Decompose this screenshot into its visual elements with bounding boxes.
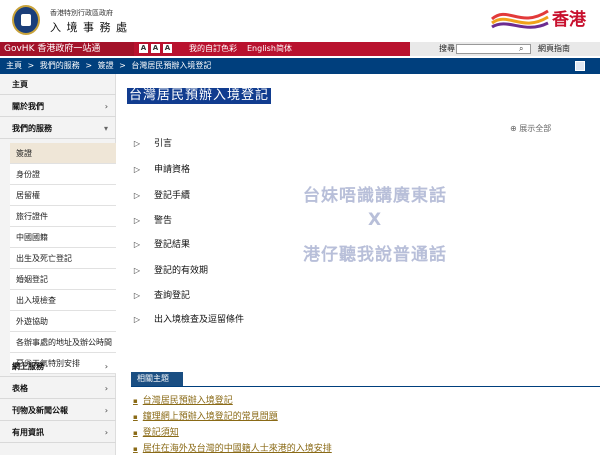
- sidebar-item-label: 表格: [12, 384, 28, 393]
- breadcrumb-home[interactable]: 主頁: [6, 61, 22, 70]
- sidebar-item-home[interactable]: 主頁: [0, 74, 116, 95]
- sidebar-item-forms[interactable]: 表格 ›: [0, 378, 116, 399]
- breadcrumb-separator: >: [27, 61, 35, 70]
- play-icon: ▷: [133, 191, 141, 200]
- sidebar-item-visas[interactable]: 簽證: [10, 143, 116, 164]
- sidebar-item-office-hours[interactable]: 各辦事處的地址及辦公時間: [10, 332, 116, 353]
- watermark-line-1: 台妹唔識講廣東話: [303, 186, 447, 206]
- print-icon[interactable]: [575, 61, 585, 71]
- sidebar-item-label: 刊物及新聞公報: [12, 406, 68, 415]
- play-icon: ▷: [133, 315, 141, 324]
- sidebar: 主頁 關於我們 › 我們的服務 ▾ 簽證 身份證 居留權 旅行證件 中國國籍 出生及…: [0, 74, 116, 455]
- section-label: 引言: [154, 139, 173, 149]
- related-link-registration[interactable]: 台灣居民預辦入境登記: [133, 395, 233, 407]
- play-icon: ▷: [133, 139, 141, 148]
- english-link[interactable]: English: [247, 42, 276, 56]
- sidebar-item-immigration-control[interactable]: 出入境檢查: [10, 290, 116, 311]
- sidebar-item-about[interactable]: 關於我們 ›: [0, 96, 116, 117]
- section-label: 出入境檢查及逗留條件: [154, 315, 245, 325]
- section-label: 查詢登記: [154, 291, 191, 301]
- sidebar-item-marriage[interactable]: 婚姻登記: [10, 269, 116, 290]
- sidebar-item-travel-documents[interactable]: 旅行證件: [10, 206, 116, 227]
- play-icon: ▷: [133, 240, 141, 249]
- breadcrumb-separator: >: [85, 61, 93, 70]
- breadcrumb-separator: >: [119, 61, 126, 70]
- section-introduction[interactable]: ▷ 引言: [132, 136, 492, 152]
- breadcrumb-services[interactable]: 我們的服務: [40, 61, 80, 70]
- related-link-notes[interactable]: 登記須知: [133, 427, 179, 439]
- related-topics-tab: 相關主題: [131, 372, 183, 386]
- expand-all-label: 展示全部: [519, 124, 552, 133]
- chevron-right-icon: ›: [104, 428, 108, 437]
- section-immigration-conditions[interactable]: ▷ 出入境檢查及逗留條件: [132, 312, 492, 328]
- sidebar-item-chinese-nationality[interactable]: 中國國籍: [10, 227, 116, 248]
- sidebar-item-online-services[interactable]: 網上服務 ›: [0, 356, 116, 377]
- page-title: 台灣居民預辦入境登記: [127, 88, 272, 104]
- font-size-small-button[interactable]: A: [139, 44, 148, 53]
- sidebar-item-useful-info[interactable]: 有用資訊 ›: [0, 422, 116, 443]
- related-divider: [131, 386, 600, 387]
- sidebar-item-label: 有用資訊: [12, 428, 44, 437]
- font-size-large-button[interactable]: A: [163, 44, 172, 53]
- related-link-overseas[interactable]: 居住在海外及台灣的中國籍人士來港的入境安排: [133, 443, 332, 455]
- immigration-logo[interactable]: [12, 5, 40, 35]
- sidebar-item-travel-assistance[interactable]: 外遊協助: [10, 311, 116, 332]
- department-title[interactable]: 入 境 事 務 處: [50, 19, 128, 35]
- sidebar-item-right-of-abode[interactable]: 居留權: [10, 185, 116, 206]
- play-icon: ▷: [133, 266, 141, 275]
- section-label: 警告: [154, 216, 173, 226]
- section-eligibility[interactable]: ▷ 申請資格: [132, 162, 492, 178]
- chevron-right-icon: ›: [104, 406, 108, 415]
- web-guide-link[interactable]: 網頁指南: [538, 42, 570, 56]
- main-content: 台灣居民預辦入境登記 ⊕ 展示全部 ▷ 引言 ▷ 申請資格 ▷ 登記手續 ▷ 警告 ▷ 登…: [116, 74, 600, 455]
- sidebar-item-label: 關於我們: [12, 102, 44, 111]
- play-icon: ▷: [133, 165, 141, 174]
- chevron-down-icon: ▾: [103, 124, 108, 133]
- chevron-right-icon: ›: [104, 362, 108, 371]
- department-subtitle: 香港特別行政區政府: [50, 9, 113, 17]
- sidebar-item-birth-death[interactable]: 出生及死亡登記: [10, 248, 116, 269]
- sidebar-item-publications[interactable]: 刊物及新聞公報 ›: [0, 400, 116, 421]
- sidebar-item-identity-card[interactable]: 身份證: [10, 164, 116, 185]
- section-enquiry[interactable]: ▷ 查詢登記: [132, 288, 492, 304]
- govhk-link[interactable]: GovHK 香港政府一站通: [0, 42, 134, 56]
- brand-hk-swoosh-logo: [491, 9, 549, 29]
- breadcrumb-current: 台灣居民預辦入境登記: [131, 61, 212, 70]
- brand-hk-text: 香港: [552, 10, 586, 30]
- section-validity[interactable]: ▷ 登記的有效期: [132, 263, 492, 279]
- site-header: 香港特別行政區政府 入 境 事 務 處 香港: [0, 0, 600, 42]
- chevron-right-icon: ›: [104, 102, 108, 111]
- play-icon: ▷: [133, 291, 141, 300]
- search-icon[interactable]: ⌕: [519, 44, 523, 54]
- watermark-line-3: 港仔聽我說普通話: [303, 245, 447, 265]
- sidebar-item-label: 網上服務: [12, 362, 44, 371]
- related-link-faq[interactable]: 鐘理網上預辦入境登記的常見問題: [133, 411, 278, 423]
- section-label: 登記結果: [154, 240, 191, 250]
- watermark-line-2: X: [367, 210, 383, 230]
- section-label: 登記的有效期: [154, 266, 209, 276]
- sidebar-item-services[interactable]: 我們的服務 ▾: [0, 118, 116, 139]
- section-label: 登記手續: [154, 191, 191, 201]
- chevron-right-icon: ›: [104, 384, 108, 393]
- breadcrumb-visas[interactable]: 簽證: [98, 61, 114, 70]
- breadcrumb: 主頁 > 我們的服務 > 簽證 > 台灣居民預辦入境登記: [0, 58, 600, 74]
- play-icon: ▷: [133, 216, 141, 225]
- expand-all-link[interactable]: ⊕ 展示全部: [510, 123, 551, 134]
- search-label: 搜尋: [439, 44, 455, 53]
- custom-color-link[interactable]: 我的自訂色彩: [189, 42, 237, 56]
- sidebar-item-label: 我們的服務: [12, 124, 52, 133]
- simplified-chinese-link[interactable]: 简体: [276, 42, 292, 56]
- font-size-medium-button[interactable]: A: [151, 44, 160, 53]
- section-label: 申請資格: [154, 165, 191, 175]
